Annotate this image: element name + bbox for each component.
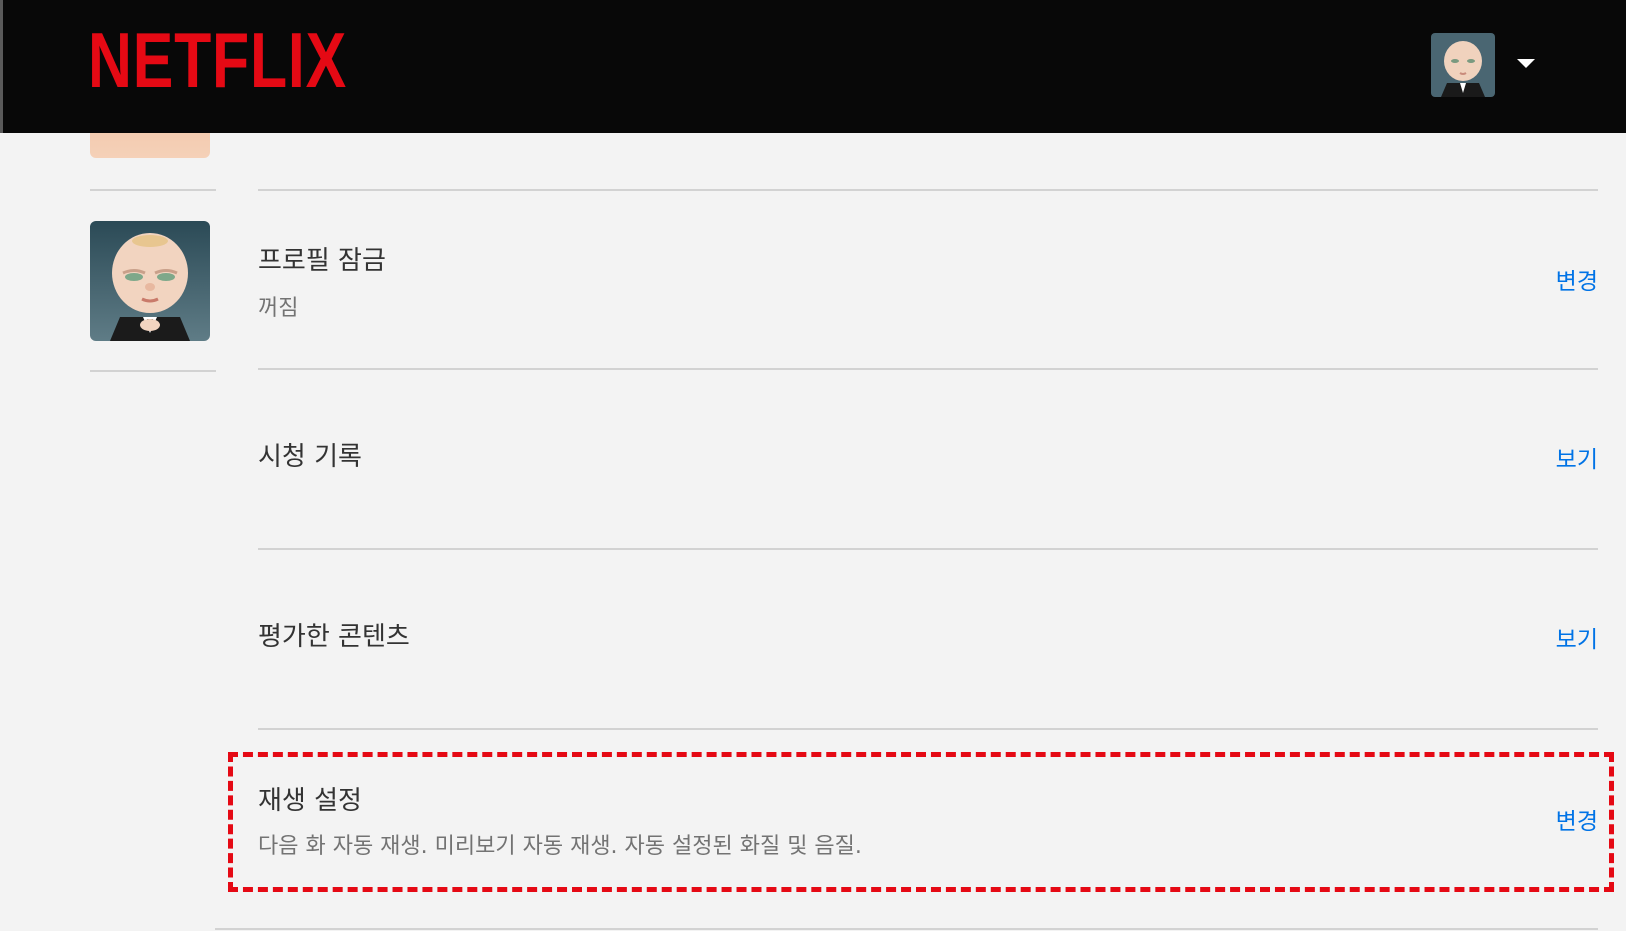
- rated-content-view-link[interactable]: 보기: [1556, 620, 1598, 654]
- viewing-history-title: 시청 기록: [258, 442, 362, 472]
- chevron-down-icon[interactable]: [1517, 59, 1535, 68]
- row-divider: [215, 928, 1598, 930]
- avatar-divider: [90, 370, 216, 372]
- profile-avatar[interactable]: [1431, 33, 1495, 97]
- row-divider: [258, 368, 1598, 370]
- boss-baby-avatar-icon: [1431, 33, 1495, 97]
- row-divider: [258, 728, 1598, 730]
- profile-lock-change-link[interactable]: 변경: [1556, 262, 1598, 296]
- avatar-divider: [90, 189, 216, 191]
- row-divider: [258, 548, 1598, 550]
- highlight-box: [228, 752, 1614, 892]
- profile-lock-status: 꺼짐: [258, 296, 299, 321]
- netflix-logo[interactable]: NETFLIX: [88, 14, 347, 106]
- profile-avatar-large: [90, 221, 210, 341]
- header-edge: [0, 0, 3, 133]
- viewing-history-view-link[interactable]: 보기: [1556, 440, 1598, 474]
- boss-baby-avatar-icon: [90, 221, 210, 341]
- rated-content-title: 평가한 콘텐츠: [258, 622, 410, 652]
- top-header: NETFLIX: [0, 0, 1626, 133]
- row-divider: [258, 189, 1598, 191]
- profile-lock-title: 프로필 잠금: [258, 246, 386, 276]
